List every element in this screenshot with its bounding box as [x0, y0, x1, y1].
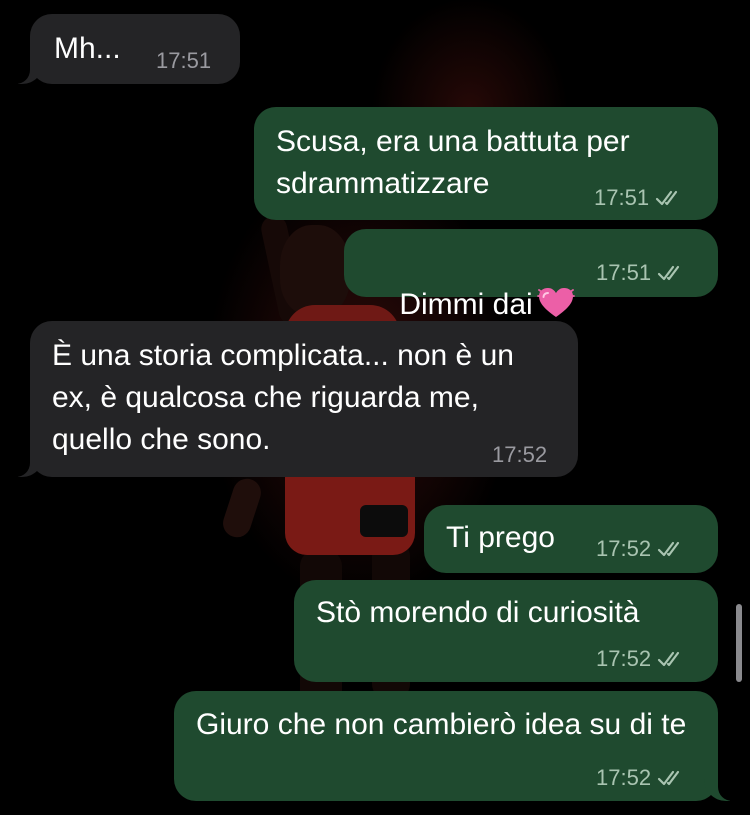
message-timestamp: 17:51: [156, 48, 212, 73]
message-text-content: Dimmi dai: [399, 288, 533, 321]
message-text: È una storia complicata... non è un ex, …: [52, 339, 523, 456]
message-time: 17:52: [596, 536, 687, 562]
message-timestamp: 17:52: [596, 536, 652, 561]
message-text: Mh...: [54, 32, 121, 65]
wallpaper-figure-head: [280, 225, 350, 315]
message-timestamp: 17:51: [596, 260, 652, 285]
message-text: Giuro che non cambierò idea su di te: [196, 708, 687, 741]
message-bubble-incoming[interactable]: Mh... 17:51: [6, 14, 240, 84]
message-bubble-outgoing[interactable]: Scusa, era una battuta per sdrammatizzar…: [254, 107, 718, 220]
message-timestamp: 17:52: [596, 646, 652, 671]
scrollbar-thumb[interactable]: [736, 604, 742, 682]
wallpaper-figure-hand: [219, 475, 265, 541]
message-time: 17:51: [596, 260, 687, 286]
message-bubble-outgoing[interactable]: Stò morendo di curiosità 17:52: [294, 580, 718, 682]
message-bubble-outgoing[interactable]: Ti prego 17:52: [424, 505, 718, 573]
message-timestamp: 17:52: [492, 442, 548, 467]
message-time: 17:52: [596, 646, 687, 672]
read-receipt-icon: [657, 770, 680, 786]
message-timestamp: 17:52: [596, 765, 652, 790]
wallpaper-figure-band: [360, 505, 408, 537]
message-time: 17:51: [156, 48, 211, 74]
read-receipt-icon: [657, 651, 680, 667]
read-receipt-icon: [657, 541, 680, 557]
message-time: 17:51: [594, 185, 685, 211]
message-bubble-incoming[interactable]: È una storia complicata... non è un ex, …: [6, 321, 578, 477]
message-time: 17:52: [596, 765, 687, 791]
message-bubble-outgoing[interactable]: Giuro che non cambierò idea su di te 17:…: [174, 691, 742, 801]
message-time: 17:52: [492, 442, 547, 468]
heart-emoji-icon: [536, 288, 575, 317]
message-bubble-outgoing[interactable]: Dimmi dai 17:51: [344, 229, 718, 321]
message-text: Stò morendo di curiosità: [316, 596, 640, 629]
message-text: Ti prego: [446, 521, 555, 554]
read-receipt-icon: [657, 265, 680, 281]
read-receipt-icon: [655, 190, 678, 206]
message-timestamp: 17:51: [594, 185, 650, 210]
